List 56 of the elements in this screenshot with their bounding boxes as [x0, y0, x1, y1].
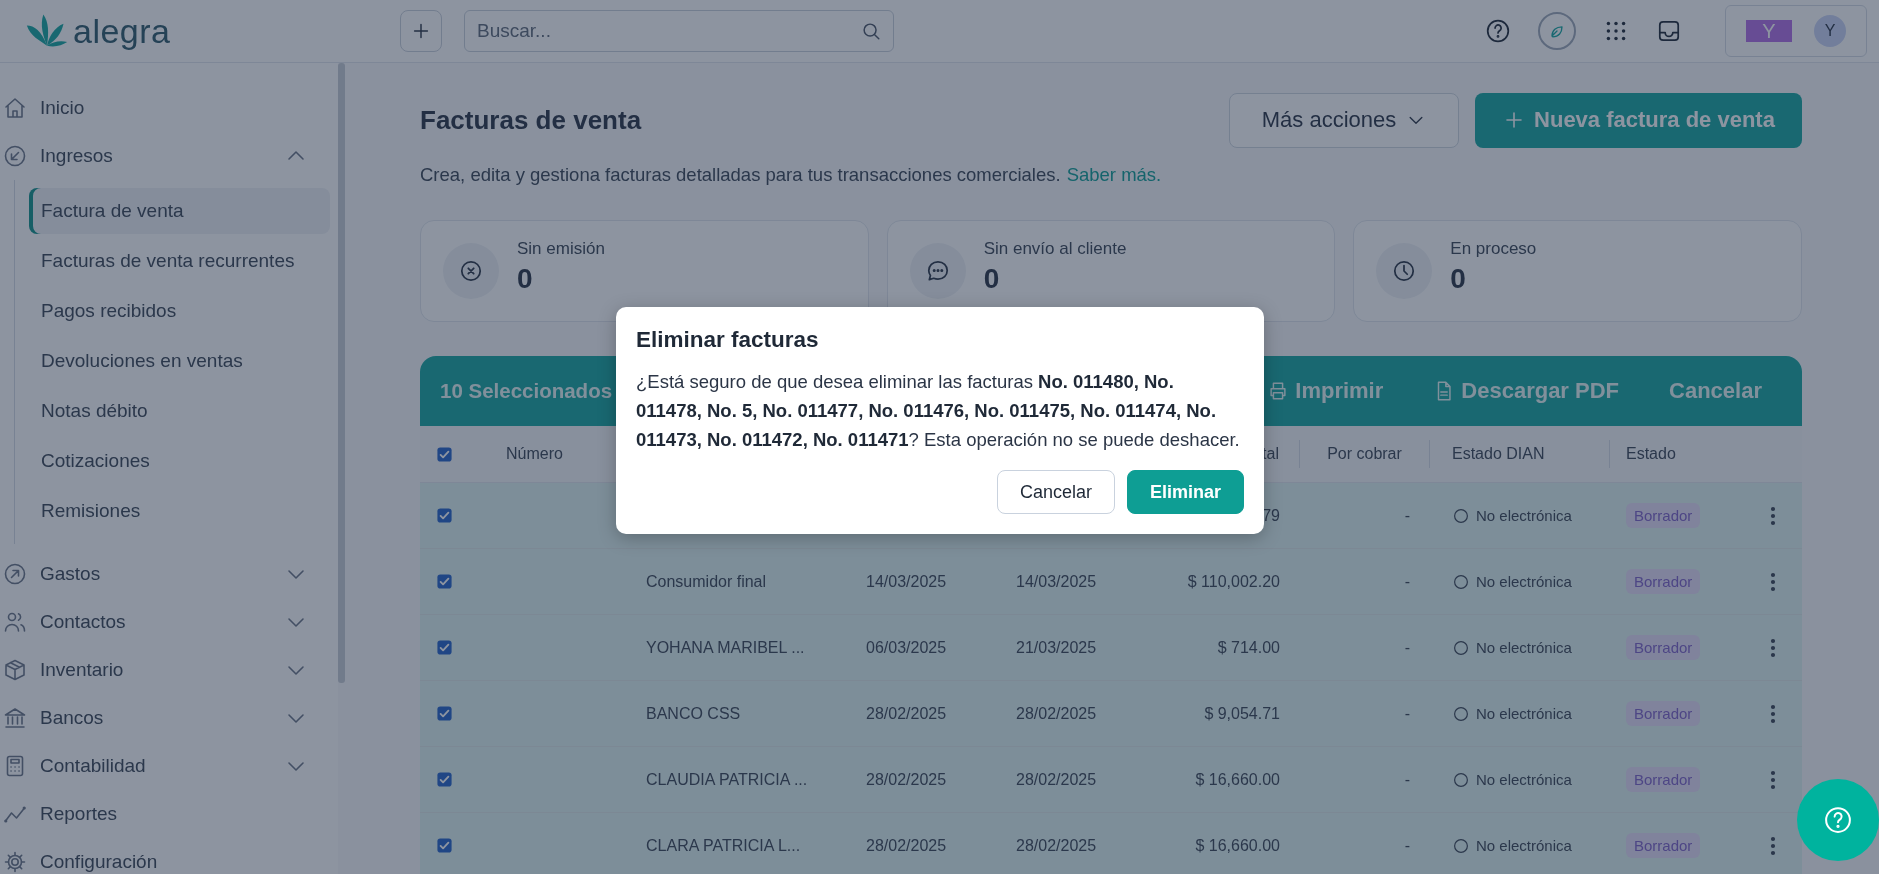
table-cell: 14/03/2025 [866, 572, 947, 591]
table-cell: - [1404, 704, 1410, 723]
column-header: Estado DIAN [1452, 445, 1545, 463]
table-cell: CLAUDIA PATRICIA ... [646, 770, 808, 789]
status-tag: Borrador [1626, 833, 1701, 858]
table-cell: No electrónica [1476, 507, 1572, 524]
card-value: 0 [517, 263, 534, 295]
table-cell: No electrónica [1476, 573, 1572, 590]
table-cell: 28/02/2025 [1016, 836, 1097, 855]
table-cell: $ 9,054.71 [1204, 704, 1280, 723]
table-cell: - [1404, 572, 1410, 591]
page-description: Crea, edita y gestiona facturas detalladas para tus transacciones comerciales. [420, 164, 1061, 186]
table-cell: - [1404, 836, 1410, 855]
table-cell: 28/02/2025 [1016, 770, 1097, 789]
card-value: 0 [983, 263, 1001, 295]
table-cell: - [1404, 638, 1410, 657]
table-cell: 28/02/2025 [866, 836, 947, 855]
dialog-message: ¿Está seguro de que desea eliminar las facturas No. 011480, No. 011478, No. 5, No. 011477, No. 011476, No. 011475, No. 011474, No. 011473, No. 011472, No. 011471? Esta operación no se puede deshacer. [636, 370, 1241, 452]
page-title: Facturas de venta [420, 104, 642, 136]
table-cell: YOHANA MARIBEL ... [646, 638, 805, 657]
table-cell: No electrónica [1476, 639, 1572, 656]
table-cell: 14/03/2025 [1016, 572, 1097, 591]
status-tag: Borrador [1626, 767, 1701, 792]
table-cell: 06/03/2025 [866, 638, 947, 657]
card-label: Sin emisión [517, 239, 605, 259]
dialog-title: Eliminar facturas [636, 327, 820, 353]
status-tag: Borrador [1626, 701, 1701, 726]
column-header: Número [506, 445, 563, 463]
selected-count: 10 Seleccionados [440, 379, 613, 403]
table-cell: 28/02/2025 [1016, 704, 1097, 723]
table-cell: No electrónica [1476, 837, 1572, 854]
table-cell: - [1404, 770, 1410, 789]
table-cell: 21/03/2025 [1016, 638, 1097, 657]
table-cell: - [1404, 506, 1410, 525]
table-cell: BANCO CSS [646, 704, 741, 723]
card-label: En proceso [1450, 239, 1537, 259]
table-cell: No electrónica [1476, 771, 1572, 788]
status-tag: Borrador [1626, 635, 1701, 660]
column-header: Por cobrar [1327, 445, 1402, 463]
table-cell: 79 [1262, 506, 1280, 525]
table-cell: 28/02/2025 [866, 704, 947, 723]
logo-text: alegra [73, 11, 171, 51]
table-cell: 28/02/2025 [866, 770, 947, 789]
card-value: 0 [1450, 263, 1467, 295]
company-badge: Y [1746, 20, 1792, 42]
status-tag: Borrador [1626, 569, 1701, 594]
table-cell: $ 714.00 [1217, 638, 1280, 657]
table-cell: $ 16,660.00 [1195, 770, 1280, 789]
table-cell: Consumidor final [646, 572, 767, 591]
status-tag: Borrador [1626, 503, 1701, 528]
table-cell: No electrónica [1476, 705, 1572, 722]
column-header: Estado [1626, 445, 1676, 463]
table-cell: CLARA PATRICIA L... [646, 836, 801, 855]
table-cell: $ 110,002.20 [1187, 572, 1280, 591]
table-cell: $ 16,660.00 [1195, 836, 1280, 855]
card-label: Sin envío al cliente [983, 239, 1127, 259]
